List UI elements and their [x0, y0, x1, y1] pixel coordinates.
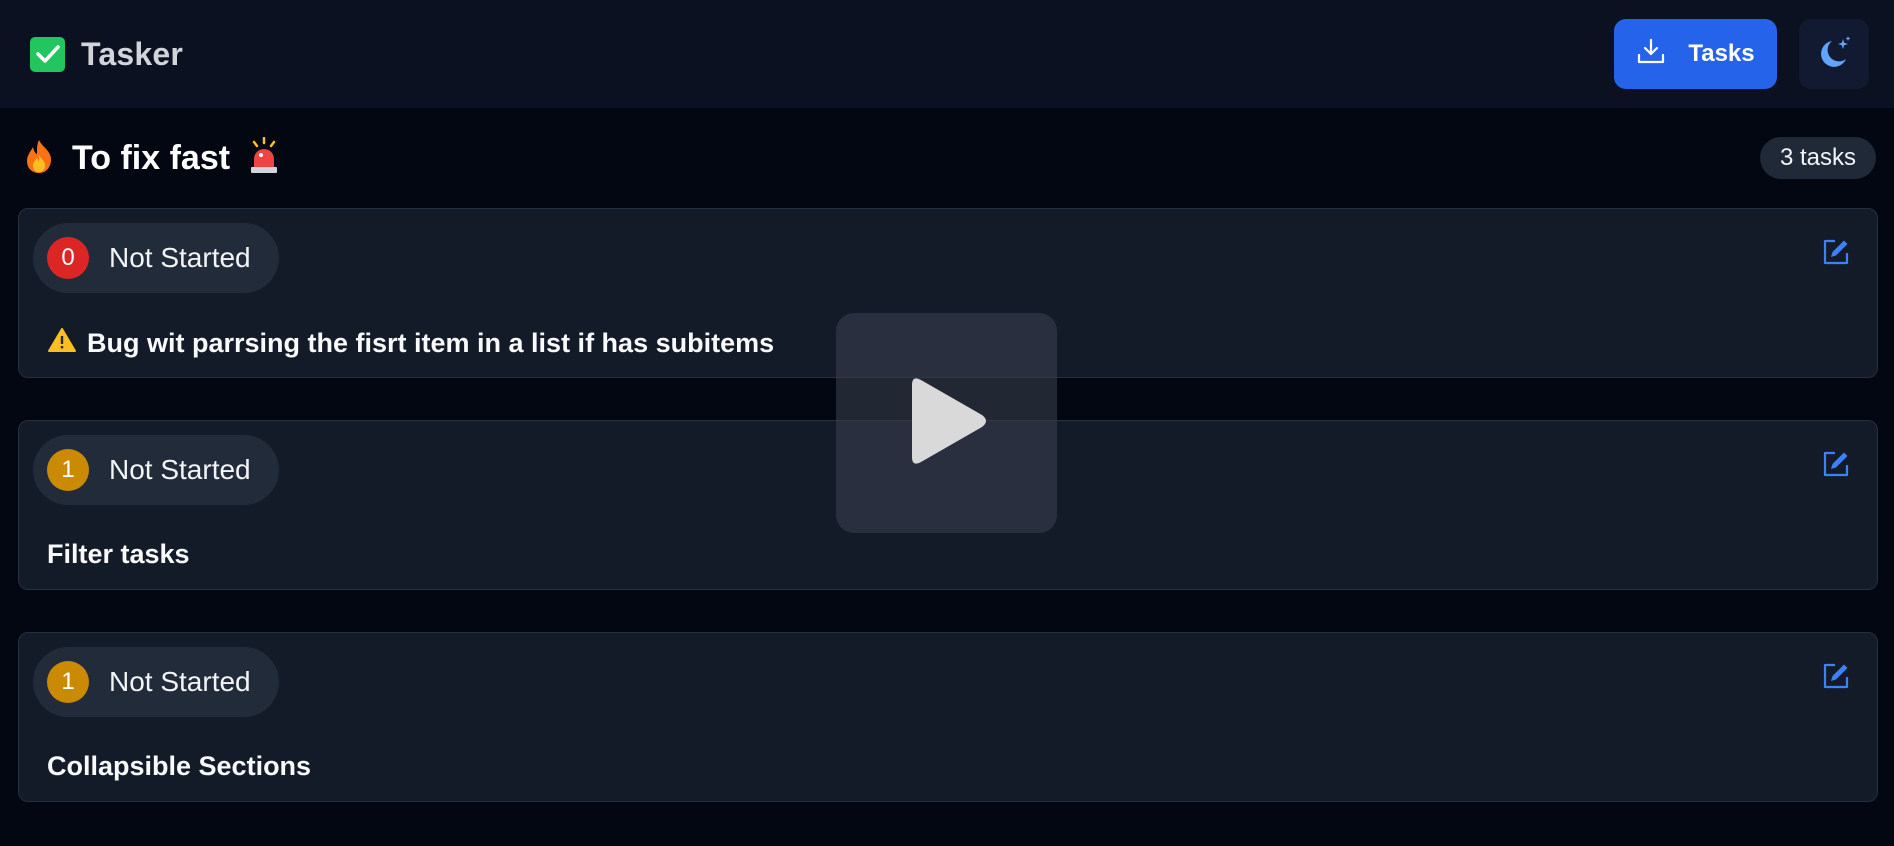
- play-icon: [902, 373, 992, 474]
- app-header: Tasker Tasks: [0, 0, 1894, 108]
- task-card[interactable]: 1 Not Started Collapsible Sections: [18, 632, 1878, 802]
- section-title: To fix fast: [72, 138, 231, 177]
- task-title-row: Filter tasks: [33, 539, 1863, 570]
- task-count-badge: 3 tasks: [1759, 137, 1876, 179]
- fire-icon: [24, 138, 54, 179]
- warning-icon: [47, 327, 77, 360]
- status-label: Not Started: [109, 454, 251, 485]
- edit-icon: [1821, 239, 1851, 270]
- priority-badge: 0: [47, 237, 89, 279]
- status-pill[interactable]: 1 Not Started: [33, 435, 279, 505]
- brand: Tasker: [30, 36, 183, 73]
- priority-badge: 1: [47, 449, 89, 491]
- task-title: Bug wit parrsing the fisrt item in a lis…: [87, 328, 775, 358]
- edit-task-button[interactable]: [1821, 661, 1851, 691]
- task-title-row: Collapsible Sections: [33, 751, 1863, 782]
- section-title-wrap: To fix fast: [24, 136, 280, 180]
- download-tasks-label: Tasks: [1688, 40, 1755, 67]
- task-title: Collapsible Sections: [47, 751, 312, 781]
- video-play-overlay[interactable]: [836, 313, 1057, 533]
- moon-stars-icon: [1816, 35, 1852, 74]
- status-pill[interactable]: 0 Not Started: [33, 223, 279, 293]
- status-label: Not Started: [109, 666, 251, 697]
- edit-icon: [1821, 451, 1851, 482]
- header-actions: Tasks: [1614, 19, 1869, 89]
- section-header: To fix fast 3 tasks: [0, 108, 1894, 208]
- siren-icon: [248, 136, 280, 180]
- edit-icon: [1821, 663, 1851, 694]
- edit-task-button[interactable]: [1821, 237, 1851, 267]
- download-tasks-button[interactable]: Tasks: [1614, 19, 1777, 89]
- task-title: Filter tasks: [47, 539, 190, 569]
- status-label: Not Started: [109, 242, 251, 273]
- status-pill[interactable]: 1 Not Started: [33, 647, 279, 717]
- download-icon: [1636, 37, 1666, 72]
- app-title: Tasker: [81, 35, 184, 72]
- priority-badge: 1: [47, 661, 89, 703]
- check-square-icon: [30, 36, 65, 72]
- edit-task-button[interactable]: [1821, 449, 1851, 479]
- theme-toggle-button[interactable]: [1799, 19, 1869, 89]
